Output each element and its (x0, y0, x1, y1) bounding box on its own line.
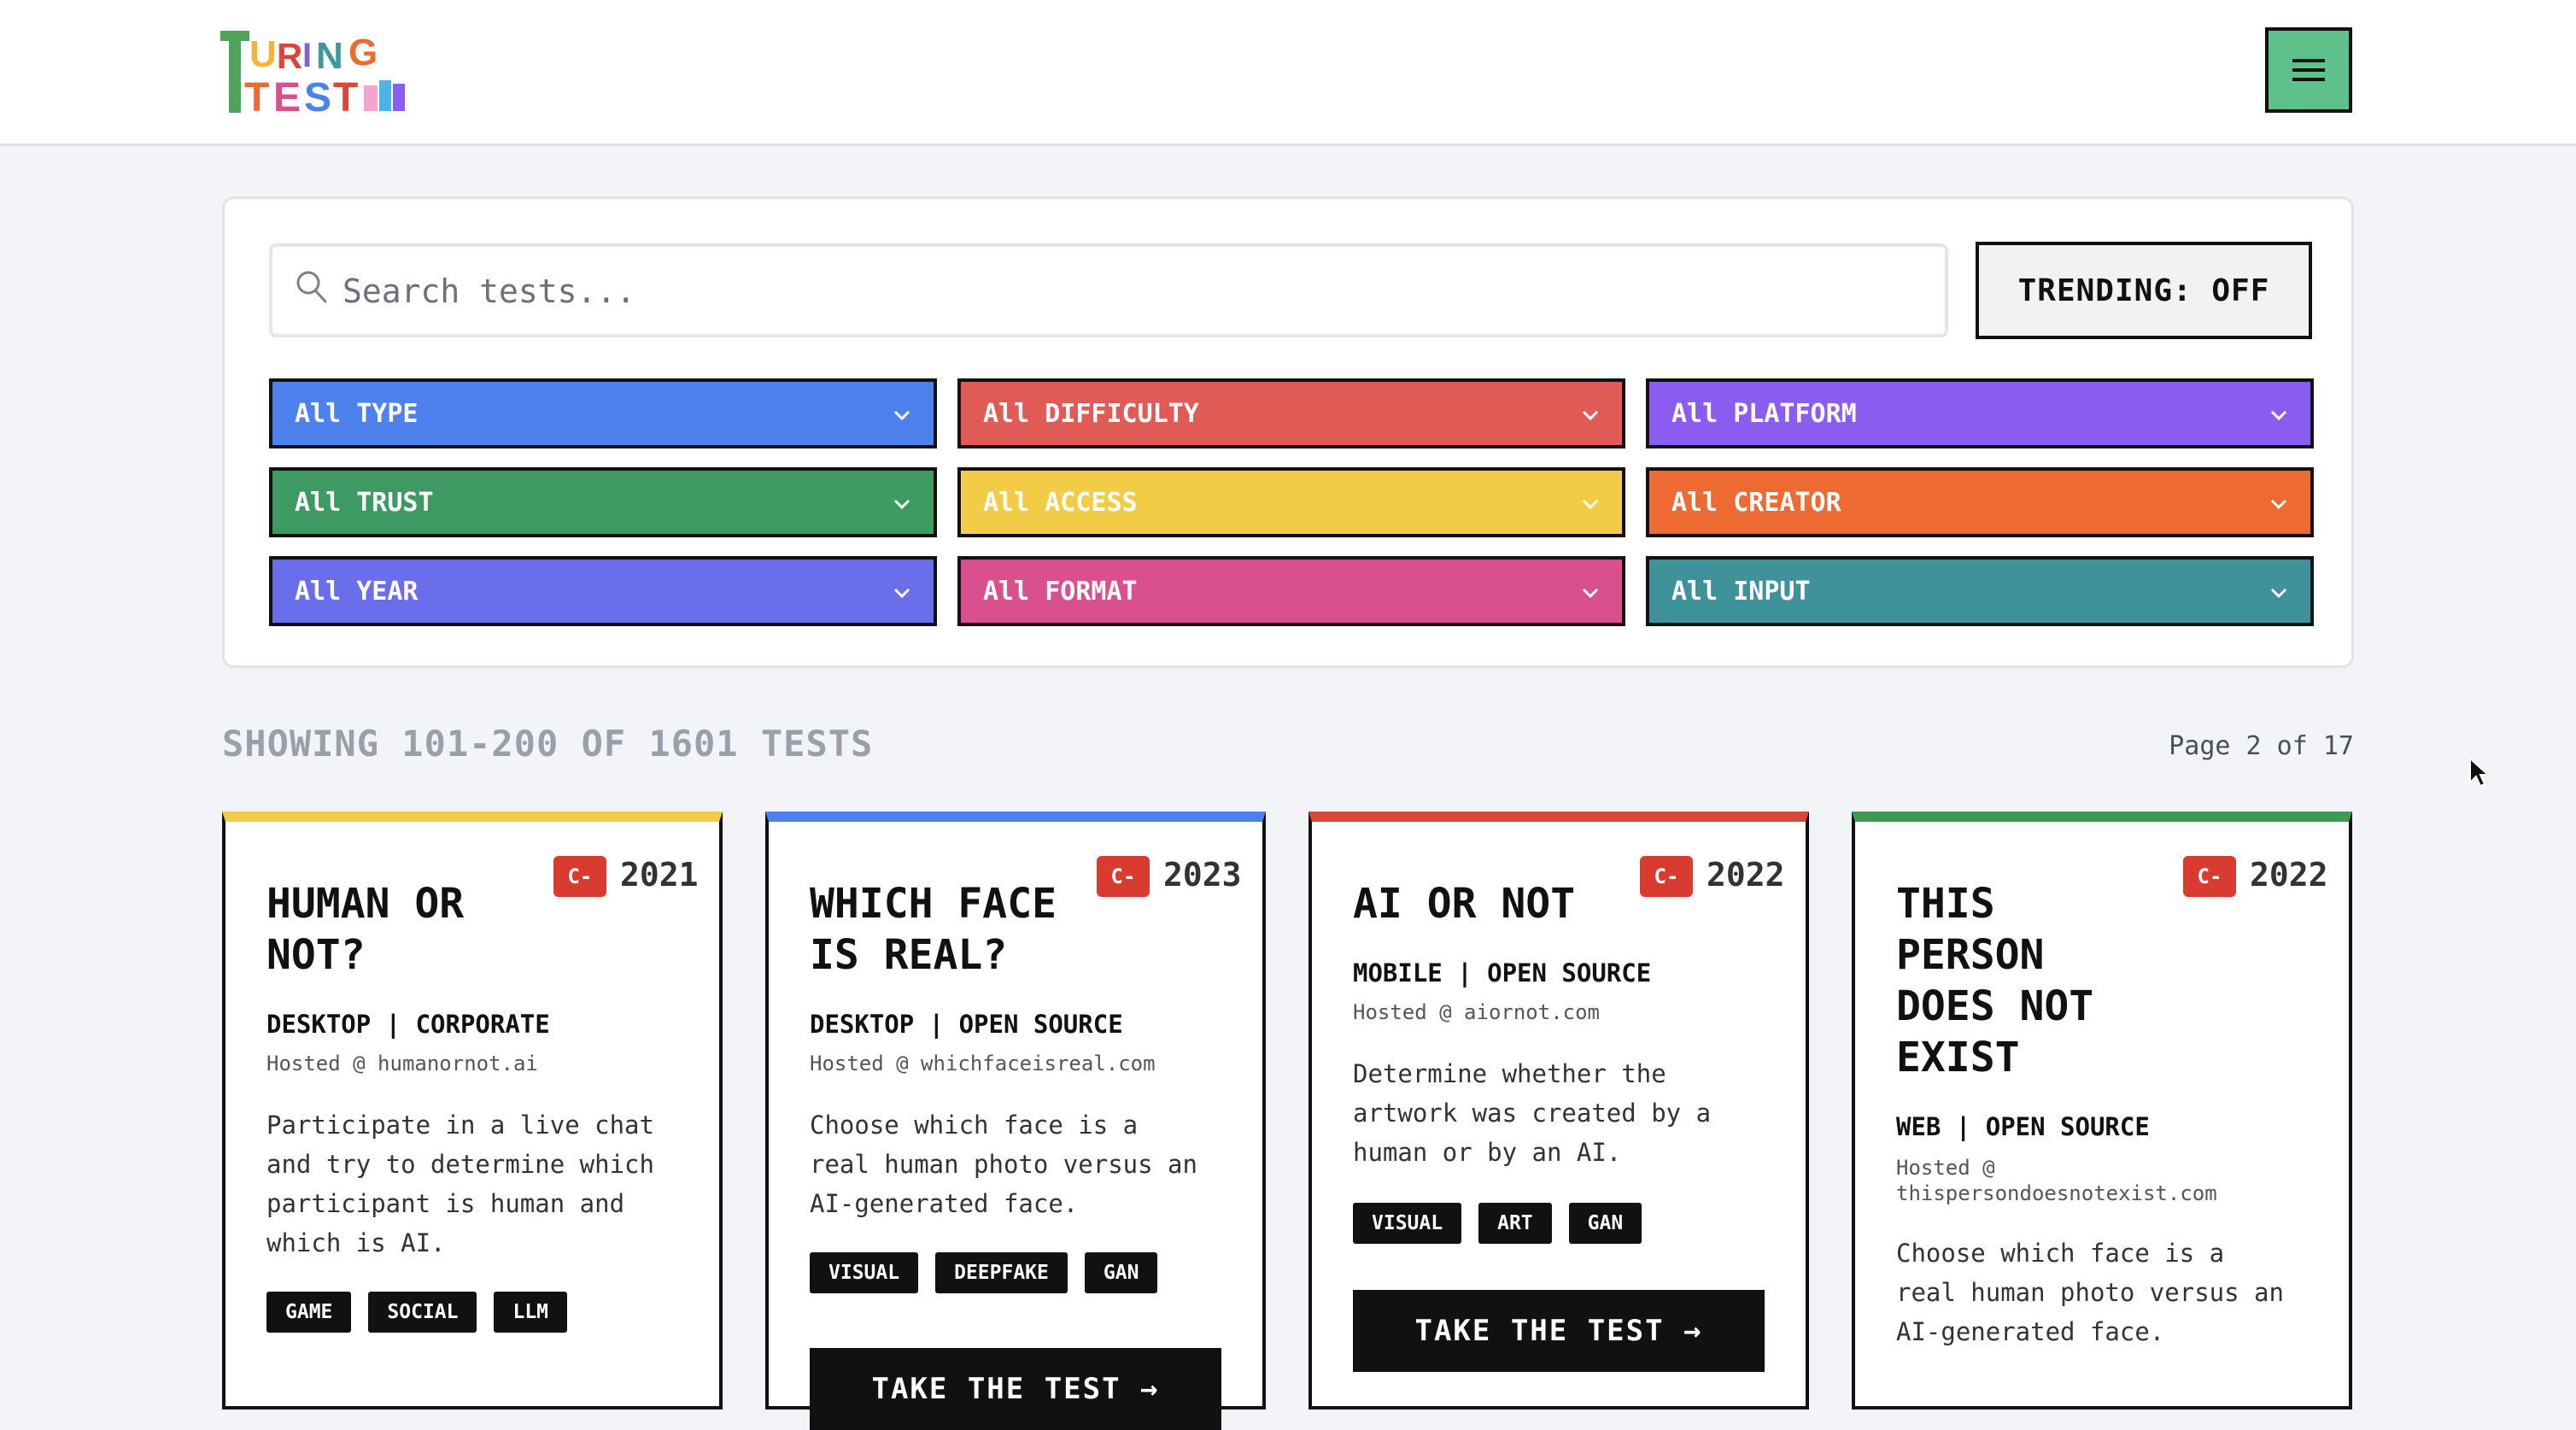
filter-creator-select[interactable]: All CREATOR (1646, 467, 2314, 537)
hosted-link[interactable]: Hosted @ humanornot.ai (266, 1051, 538, 1076)
chevron-down-icon (893, 499, 910, 510)
svg-text:E: E (273, 75, 301, 116)
chevron-down-icon (1582, 588, 1599, 599)
search-icon (296, 271, 327, 303)
page-indicator: Page 2 of 17 (2169, 731, 2354, 761)
filter-label: All TYPE (295, 398, 419, 429)
tag[interactable]: LLM (494, 1292, 568, 1333)
filter-label: All PLATFORM (1671, 398, 1857, 429)
tag[interactable]: VISUAL (1353, 1203, 1462, 1244)
card-description: Participate in a live chat and try to de… (266, 1111, 654, 1257)
tag-list: VISUAL ART GAN (1353, 1203, 1642, 1244)
tag[interactable]: VISUAL (810, 1252, 919, 1293)
svg-text:S: S (304, 75, 331, 116)
hosted-link[interactable]: Hosted @ aiornot.com (1353, 999, 1600, 1025)
test-card[interactable]: C- 2022 THIS PERSON DOES NOT EXIST WEB |… (1852, 812, 2352, 1409)
grade-badge: C- (2183, 856, 2236, 897)
chevron-down-icon (893, 588, 910, 599)
filter-label: All ACCESS (983, 487, 1138, 518)
svg-text:R: R (277, 36, 302, 76)
chevron-down-icon (1582, 499, 1599, 510)
svg-text:G: G (348, 32, 378, 73)
filter-label: All TRUST (295, 487, 434, 518)
svg-text:T: T (244, 75, 269, 116)
hamburger-icon (2292, 53, 2325, 87)
tag[interactable]: DEEPFAKE (935, 1252, 1068, 1293)
filter-format-select[interactable]: All FORMAT (957, 556, 1625, 626)
filter-difficulty-select[interactable]: All DIFFICULTY (957, 378, 1625, 448)
card-meta: DESKTOP | OPEN SOURCE (810, 1010, 1123, 1039)
mouse-cursor-icon (2469, 757, 2489, 788)
card-meta: DESKTOP | CORPORATE (266, 1010, 550, 1039)
card-meta: MOBILE | OPEN SOURCE (1353, 958, 1652, 988)
filter-label: All FORMAT (983, 576, 1138, 607)
filter-type-select[interactable]: All TYPE (269, 378, 937, 448)
tag[interactable]: ART (1478, 1203, 1552, 1244)
filter-year-select[interactable]: All YEAR (269, 556, 937, 626)
card-title[interactable]: THIS PERSON DOES NOT EXIST (1896, 878, 2135, 1083)
tag[interactable]: GAN (1084, 1252, 1158, 1293)
tag-list: GAME SOCIAL LLM (266, 1292, 568, 1333)
card-description: Determine whether the artwork was create… (1353, 1059, 1712, 1167)
year-label: 2022 (1707, 856, 1785, 894)
filter-platform-select[interactable]: All PLATFORM (1646, 378, 2314, 448)
test-card[interactable]: C- 2021 HUMAN OR NOT? DESKTOP | CORPORAT… (222, 812, 723, 1409)
tag-list: VISUAL DEEPFAKE GAN (810, 1252, 1158, 1293)
hosted-link[interactable]: Hosted @ thispersondoesnotexist.com (1896, 1155, 2298, 1206)
tag[interactable]: SOCIAL (368, 1292, 477, 1333)
svg-text:I: I (302, 37, 312, 74)
tag[interactable]: GAME (266, 1292, 352, 1333)
year-label: 2023 (1163, 856, 1242, 894)
menu-button[interactable] (2265, 27, 2352, 113)
filter-label: All INPUT (1671, 576, 1811, 607)
svg-text:N: N (316, 35, 343, 77)
grade-badge: C- (1097, 856, 1150, 897)
search-input[interactable] (341, 247, 1924, 336)
logo[interactable]: U R I N G T E S T (220, 27, 413, 116)
card-description: Choose which face is a real human photo … (1896, 1239, 2284, 1346)
svg-text:T: T (333, 75, 358, 116)
chevron-down-icon (2270, 588, 2287, 599)
hosted-link[interactable]: Hosted @ whichfaceisreal.com (810, 1051, 1156, 1076)
chevron-down-icon (2270, 499, 2287, 510)
card-title[interactable]: AI OR NOT (1353, 878, 1712, 929)
year-label: 2021 (620, 856, 699, 894)
year-label: 2022 (2250, 856, 2328, 894)
chevron-down-icon (2270, 410, 2287, 421)
test-card[interactable]: C- 2023 WHICH FACE IS REAL? DESKTOP | OP… (765, 812, 1266, 1430)
tag[interactable]: GAN (1568, 1203, 1642, 1244)
card-title[interactable]: WHICH FACE IS REAL? (810, 878, 1100, 981)
filter-label: All DIFFICULTY (983, 398, 1199, 429)
filter-input-select[interactable]: All INPUT (1646, 556, 2314, 626)
chevron-down-icon (1582, 410, 1599, 421)
site-header: U R I N G T E S T (0, 0, 2576, 146)
filter-label: All YEAR (295, 576, 419, 607)
search-box[interactable] (269, 243, 1948, 337)
test-card[interactable]: C- 2022 AI OR NOT MOBILE | OPEN SOURCE H… (1308, 812, 1809, 1409)
results-count: SHOWING 101-200 OF 1601 TESTS (222, 723, 874, 765)
logo-graphic: U R I N G T E S T (220, 31, 405, 116)
filter-panel: TRENDING: OFF All TYPE All DIFFICULTY Al… (222, 196, 2354, 668)
chevron-down-icon (893, 410, 910, 421)
take-test-button[interactable]: TAKE THE TEST → (810, 1348, 1221, 1430)
card-description: Choose which face is a real human photo … (810, 1111, 1197, 1218)
trending-toggle-button[interactable]: TRENDING: OFF (1976, 242, 2312, 339)
filter-access-select[interactable]: All ACCESS (957, 467, 1625, 537)
take-test-button[interactable]: TAKE THE TEST → (1353, 1290, 1765, 1372)
svg-text:U: U (249, 33, 277, 75)
filter-trust-select[interactable]: All TRUST (269, 467, 937, 537)
card-title[interactable]: HUMAN OR NOT? (266, 878, 523, 981)
card-meta: WEB | OPEN SOURCE (1896, 1112, 2150, 1141)
grade-badge: C- (553, 856, 606, 897)
filter-label: All CREATOR (1671, 487, 1841, 518)
